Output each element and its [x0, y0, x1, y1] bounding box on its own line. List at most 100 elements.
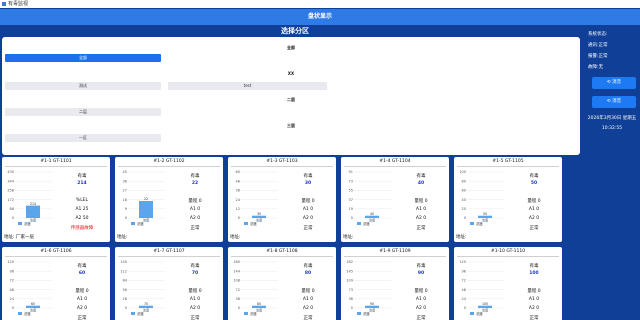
y-tick-label: 28	[123, 297, 127, 301]
concentration-chart: 120 96 72 48 24 0 60 浓度浓度	[7, 260, 52, 316]
current-time: 10:32:55	[601, 126, 623, 131]
zone-button-area1[interactable]: 一区	[5, 134, 161, 142]
alarm1-threshold: A1 0	[189, 207, 201, 212]
y-tick-label: 40	[462, 198, 466, 202]
alarm1-threshold: A1 0	[528, 207, 540, 212]
zone-button-all[interactable]: 全部	[5, 54, 161, 62]
y-tick-label: 108	[233, 279, 240, 283]
detector-card[interactable]: #1-6 GT-1106 120 96 72 48 24 0 60 浓度 浓度 有毒 60 量程 0 A1…	[2, 247, 110, 320]
fault-status: 故障:无	[588, 65, 604, 70]
y-tick-label: 0	[12, 216, 14, 220]
range-value: 量程 0	[527, 199, 541, 204]
alarm2-threshold: A2 0	[528, 216, 540, 221]
bar-value-label: 60	[31, 302, 35, 306]
bell-off-icon: ⟲	[606, 80, 611, 85]
detector-title: #1-8 GT-1108	[266, 249, 298, 254]
y-tick-label: 100	[459, 170, 466, 174]
detector-card[interactable]: #1-8 GT-1108 180 144 108 72 36 0 80 浓度 浓度 有毒 80 量程 0…	[228, 247, 336, 320]
alarm2-threshold: A2 0	[415, 306, 427, 311]
concentration-chart: 60 48 36 24 12 0 30 浓度浓度	[236, 170, 278, 226]
detector-card[interactable]: #1-3 GT-1103 60 48 36 24 12 0 30 浓度 浓度 有毒 30 量程 0 A1 …	[228, 157, 336, 242]
y-tick-label: 24	[462, 297, 467, 301]
detector-status: 正常	[303, 316, 313, 320]
y-tick-label: 140	[120, 260, 127, 264]
zone-button-floor2[interactable]: 二层	[5, 108, 161, 116]
title-divider	[231, 256, 333, 257]
detector-address: 地址:	[117, 235, 128, 240]
alarm1-threshold: A1 0	[302, 207, 314, 212]
bar-category-label: 浓度	[256, 308, 263, 313]
y-tick-label: 112	[120, 269, 127, 273]
legend-swatch	[470, 312, 474, 315]
concentration-value: 30	[304, 181, 312, 186]
y-tick-label: 55	[349, 189, 353, 193]
gas-type: 有毒	[190, 174, 200, 179]
legend-label: 浓度	[363, 311, 370, 316]
concentration-value: 70	[191, 271, 199, 276]
app-icon	[2, 1, 6, 6]
gas-type: 有毒	[190, 264, 200, 269]
y-tick-label: 72	[462, 279, 466, 283]
y-tick-label: 56	[123, 288, 127, 292]
concentration-value: 90	[417, 271, 425, 276]
alarm2-threshold: A2 0	[189, 306, 201, 311]
detector-card[interactable]: #1-1 GT-1101 430 344 258 172 86 0 214 浓度 浓度 有毒 214%…	[2, 157, 110, 242]
y-tick-label: 27	[123, 189, 127, 193]
alarm2-threshold: A2 0	[189, 216, 201, 221]
bar-category-label: 浓度	[482, 218, 489, 223]
y-tick-label: 120	[7, 260, 14, 264]
y-tick-label: 60	[462, 189, 466, 193]
legend-swatch	[470, 222, 474, 225]
alarm2-threshold: A2 0	[528, 306, 540, 311]
system-status-label: 系统状态:	[588, 32, 608, 37]
gas-type: 有毒	[303, 174, 313, 179]
detector-status: 正常	[190, 226, 200, 231]
legend-label: 浓度	[137, 311, 144, 316]
detector-title: #1-2 GT-1102	[153, 159, 185, 164]
detector-card[interactable]: #1-7 GT-1107 140 112 84 56 28 0 70 浓度 浓度 有毒 70 量程 0 A…	[115, 247, 223, 320]
concentration-value: 40	[417, 181, 425, 186]
y-tick-label: 145	[346, 269, 353, 273]
alarm1-threshold: A1 0	[302, 297, 314, 302]
legend-label: 浓度	[24, 221, 31, 226]
y-tick-label: 36	[123, 179, 127, 183]
concentration-chart: 45 36 27 18 9 0 22 浓度浓度	[123, 170, 165, 226]
reset-button[interactable]: ⟲ 消音	[592, 96, 636, 108]
detector-status: 正常	[303, 226, 313, 231]
current-date: 2026年3月30日 星期五	[587, 116, 637, 121]
detector-card[interactable]: #1-9 GT-1109 182 145 109 73 36 0 90 浓度 浓度 有毒 90 量程 0…	[341, 247, 449, 320]
gas-type: 有毒	[529, 174, 539, 179]
zone-panel: 全部 全部 XX 测试 test 二层 二层 三层 一区	[2, 37, 580, 155]
alarm2-threshold: A2 0	[302, 216, 314, 221]
bar-category-label: 浓度	[30, 218, 37, 223]
zone-button-test[interactable]: test	[168, 82, 327, 90]
zone-button-test-cn[interactable]: 测试	[5, 82, 161, 90]
y-tick-label: 0	[238, 216, 240, 220]
gas-type: 有毒	[303, 264, 313, 269]
legend-swatch	[357, 222, 361, 225]
detector-address: 地址:	[230, 235, 241, 240]
detector-card[interactable]: #1-5 GT-1105 100 80 60 40 20 0 50 浓度 浓度 有毒 50 量程 0 A1…	[454, 157, 562, 242]
bar-value-label: 50	[483, 212, 487, 216]
title-divider	[5, 166, 107, 167]
silence-button-label: 消音	[612, 80, 622, 85]
reset-icon: ⟲	[606, 99, 611, 104]
bar-value-label: 90	[370, 302, 374, 306]
y-tick-label: 36	[349, 297, 353, 301]
alarm1-threshold: A1 0	[415, 297, 427, 302]
title-divider	[231, 166, 333, 167]
concentration-value: 50	[530, 181, 538, 186]
bar-category-label: 浓度	[369, 308, 376, 313]
detector-card[interactable]: #1-4 GT-1104 91 73 55 37 19 0 40 浓度 浓度 有毒 40 量程 0 A1 …	[341, 157, 449, 242]
detector-title: #1-1 GT-1101	[40, 159, 72, 164]
detector-card[interactable]: #1-2 GT-1102 45 36 27 18 9 0 22 浓度 浓度 有毒 22 量程 0 A1 0…	[115, 157, 223, 242]
detector-status: 正常	[529, 316, 539, 320]
y-tick-label: 0	[351, 306, 353, 310]
y-tick-label: 24	[10, 297, 15, 301]
bar-category-label: 浓度	[143, 218, 150, 223]
detector-card[interactable]: #1-10 GT-1110 120 96 72 48 24 0 100 浓度 浓度 有毒 100 量程 …	[454, 247, 562, 320]
alarm1-threshold: A1 0	[76, 297, 88, 302]
silence-button[interactable]: ⟲ 消音	[592, 77, 636, 89]
concentration-chart: 180 144 108 72 36 0 80 浓度浓度	[233, 260, 278, 316]
concentration-value: 22	[191, 181, 199, 186]
